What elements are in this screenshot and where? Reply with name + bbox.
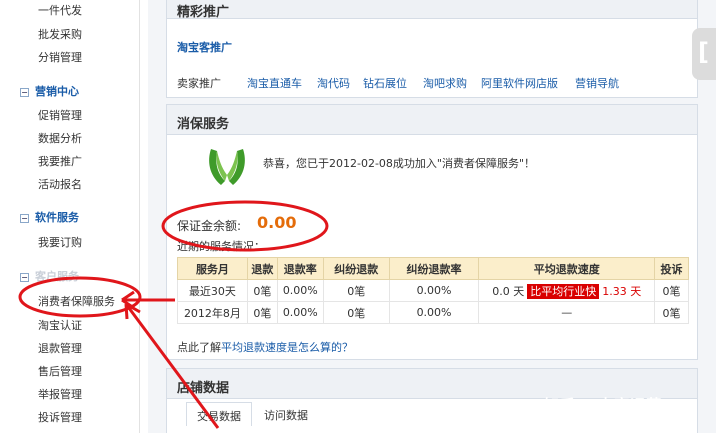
sidebar-item-distribution[interactable]: 分销管理 (38, 49, 82, 65)
column-header: 纠纷退款 (322, 257, 390, 280)
column-header: 投诉 (654, 257, 689, 280)
column-header: 服务月 (177, 257, 248, 280)
service-stats-table: 服务月 退款 退款率 纠纷退款 纠纷退款率 平均退款速度 投诉 最近30天 0笔… (177, 257, 689, 324)
sidebar-item-reports[interactable]: 举报管理 (38, 386, 82, 402)
corner-button[interactable]: [ (692, 28, 716, 80)
table-row: 2012年8月 0笔 0.00% 0笔 0.00% — 0笔 (177, 301, 689, 324)
balance-label: 保证金余额: (177, 219, 242, 233)
help-prefix: 点此了解 (177, 341, 221, 354)
sidebar-item-events[interactable]: 活动报名 (38, 176, 82, 192)
balance-value: 0.00 (257, 213, 297, 232)
speed-value: 0.0 天 (492, 284, 525, 298)
cell-refund-rate: 0.00% (276, 279, 324, 302)
promo-link-ztc[interactable]: 淘宝直通车 (247, 75, 302, 91)
refund-speed-help-link[interactable]: 平均退款速度是怎么算的？ (221, 339, 353, 355)
sidebar-item-after-sales[interactable]: 售后管理 (38, 363, 82, 379)
sidebar-item-refund-management[interactable]: 退款管理 (38, 340, 82, 356)
table-header-row: 服务月 退款 退款率 纠纷退款 纠纷退款率 平均退款速度 投诉 (177, 257, 689, 280)
cell-complaints: 0笔 (654, 301, 689, 324)
main-content: 精彩推广 淘宝客推广 卖家推广 淘宝直通车 淘代码 钻石展位 淘吧求购 阿里软件… (148, 0, 716, 433)
sidebar-item-advertise[interactable]: 我要推广 (38, 153, 82, 169)
sidebar-item-taobao-certification[interactable]: 淘宝认证 (38, 317, 82, 333)
cell-refund-rate: 0.00% (276, 301, 324, 324)
sidebar: 一件代发 批发采购 分销管理 − 营销中心 促销管理 数据分析 我要推广 活动报名… (0, 0, 140, 433)
promo-link-taocode[interactable]: 淘代码 (317, 75, 350, 91)
promo-link-marketing-nav[interactable]: 营销导航 (575, 75, 619, 91)
promo-link-ali-software[interactable]: 阿里软件网店版 (481, 75, 558, 91)
seller-promo-label: 卖家推广 (177, 77, 221, 90)
column-header: 纠纷退款率 (388, 257, 480, 280)
speed-diff: 1.33 天 (602, 284, 642, 298)
speed-compare-badge: 比平均行业快 (527, 283, 600, 299)
tab-visit-data[interactable]: 访问数据 (254, 402, 318, 426)
collapse-icon[interactable]: − (20, 213, 29, 223)
cell-complaints: 0笔 (654, 279, 689, 302)
promo-panel: 精彩推广 淘宝客推广 卖家推广 淘宝直通车 淘代码 钻石展位 淘吧求购 阿里软件… (166, 0, 698, 98)
protection-hands-icon (209, 149, 245, 185)
column-header: 退款率 (276, 257, 324, 280)
cell-refund: 0笔 (246, 301, 278, 324)
collapse-icon[interactable]: − (20, 87, 29, 97)
sidebar-section-label: 营销中心 (35, 85, 79, 98)
cell-month: 最近30天 (177, 279, 248, 302)
service-congrats-text: 恭喜，您已于2012-02-08成功加入"消费者保障服务"！ (263, 157, 536, 170)
recent-service-label: 近期的服务情况： (177, 240, 265, 253)
collapse-icon[interactable]: − (20, 272, 29, 282)
sidebar-item-promotion[interactable]: 促销管理 (38, 107, 82, 123)
column-header: 退款 (246, 257, 278, 280)
table-row: 最近30天 0笔 0.00% 0笔 0.00% 0.0 天比平均行业快 1.33 … (177, 279, 689, 302)
sidebar-item-analytics[interactable]: 数据分析 (38, 130, 82, 146)
sidebar-item-complaints[interactable]: 投诉管理 (38, 409, 82, 425)
cell-dispute-rate: 0.00% (388, 279, 480, 302)
taobao-affiliate-link[interactable]: 淘宝客推广 (177, 39, 232, 55)
cell-dispute: 0笔 (322, 301, 390, 324)
cell-refund: 0笔 (246, 279, 278, 302)
cell-refund-speed: — (478, 301, 656, 324)
sidebar-section-marketing[interactable]: − 营销中心 (20, 83, 79, 99)
cell-dispute-rate: 0.00% (388, 301, 480, 324)
promo-link-diamond[interactable]: 钻石展位 (363, 75, 407, 91)
promo-panel-title: 精彩推广 (167, 0, 697, 20)
sidebar-section-software[interactable]: − 软件服务 (20, 209, 79, 225)
cell-refund-speed: 0.0 天比平均行业快 1.33 天 (478, 279, 656, 302)
service-panel-title: 消保服务 (167, 105, 697, 135)
sidebar-item-dropship[interactable]: 一件代发 (38, 2, 82, 18)
service-panel: 消保服务 恭喜，您已于2012-02-08成功加入"消费者保障服务"！ 保证金余… (166, 104, 698, 360)
cell-dispute: 0笔 (322, 279, 390, 302)
sidebar-section-customer-service[interactable]: − 客户服务 (20, 268, 79, 284)
sidebar-item-consumer-protection[interactable]: 消费者保障服务 (38, 293, 115, 309)
promo-link-taoba[interactable]: 淘吧求购 (423, 75, 467, 91)
cell-month: 2012年8月 (177, 301, 248, 324)
tab-transaction-data[interactable]: 交易数据 (186, 402, 252, 426)
sidebar-section-label: 软件服务 (35, 211, 79, 224)
sidebar-section-label: 客户服务 (35, 270, 79, 283)
sidebar-item-subscribe[interactable]: 我要订购 (38, 234, 82, 250)
watermark: 知乎 @电商运营 (544, 396, 663, 414)
column-header: 平均退款速度 (478, 257, 656, 280)
sidebar-item-wholesale[interactable]: 批发采购 (38, 26, 82, 42)
